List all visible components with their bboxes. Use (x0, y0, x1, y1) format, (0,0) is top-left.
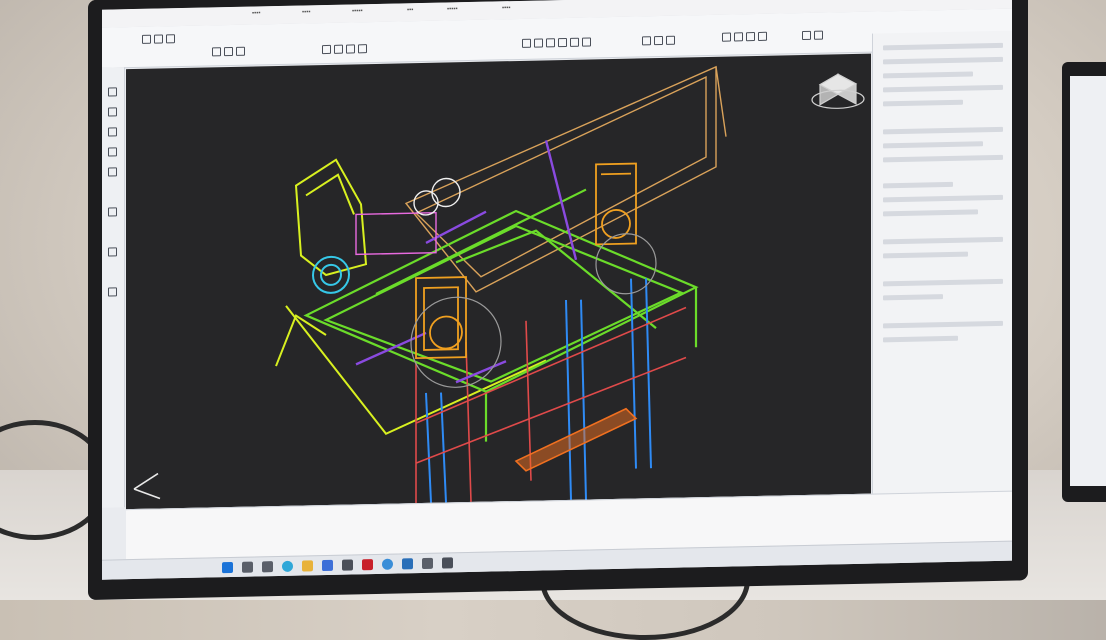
tool-icon[interactable] (814, 30, 823, 40)
property-row[interactable] (883, 209, 978, 217)
tool-icon[interactable] (758, 31, 767, 41)
tool-icon[interactable] (546, 38, 555, 48)
tool-icon[interactable] (322, 44, 331, 55)
property-row[interactable] (883, 99, 963, 107)
tool-icon[interactable] (236, 46, 245, 56)
tool-icon[interactable] (534, 38, 543, 48)
menu-item[interactable]: ▪▪▪ (407, 7, 413, 13)
secondary-monitor-screen (1070, 76, 1106, 486)
gear-wireframe (312, 255, 350, 294)
tool-icon[interactable] (358, 44, 367, 54)
tool-icon[interactable] (346, 44, 355, 54)
store-icon[interactable] (322, 559, 333, 572)
tool-icon[interactable] (108, 167, 117, 177)
app-icon[interactable] (342, 559, 353, 571)
tool-icon[interactable] (108, 207, 117, 217)
3d-viewport[interactable] (126, 53, 871, 510)
menu-item[interactable]: ▪▪▪▪ (502, 5, 511, 11)
wireframe-model (133, 65, 865, 504)
tool-icon[interactable] (108, 127, 117, 137)
guard-wireframe (275, 158, 547, 435)
tool-icon[interactable] (746, 32, 755, 42)
tool-icon[interactable] (522, 38, 531, 48)
properties-panel (872, 30, 1012, 494)
drive-detail-wireframe (355, 177, 461, 256)
search-icon[interactable] (242, 561, 253, 573)
tool-icon[interactable] (108, 287, 117, 297)
property-row[interactable] (883, 154, 1003, 163)
taskview-icon[interactable] (262, 561, 273, 573)
tool-icon[interactable] (334, 44, 343, 54)
property-row[interactable] (883, 141, 983, 149)
tool-icon[interactable] (108, 147, 117, 157)
property-row[interactable] (883, 236, 1003, 245)
left-toolbar (102, 67, 125, 508)
tool-icon[interactable] (734, 32, 743, 42)
property-row[interactable] (883, 71, 973, 79)
tool-icon[interactable] (558, 37, 567, 48)
cad-application-window: ▪▪▪▪ ▪▪▪▪ ▪▪▪▪▪ ▪▪▪ ▪▪▪▪▪ ▪▪▪▪ (102, 0, 1012, 580)
tool-icon[interactable] (108, 87, 117, 97)
support-wireframe (415, 306, 687, 504)
tool-icon[interactable] (642, 36, 651, 46)
start-icon[interactable] (222, 561, 233, 574)
tool-icon[interactable] (108, 107, 117, 117)
secondary-monitor (1062, 62, 1106, 502)
property-row[interactable] (883, 194, 1003, 203)
back-plate-wireframe (404, 65, 727, 293)
view-cube-icon (811, 73, 865, 109)
ucs-axis-icon (133, 472, 161, 500)
legs-wireframe (425, 278, 652, 503)
property-row[interactable] (883, 56, 1003, 65)
property-row[interactable] (883, 42, 1003, 51)
tool-icon[interactable] (166, 34, 175, 44)
property-row[interactable] (883, 294, 943, 301)
menu-item[interactable]: ▪▪▪▪▪ (447, 6, 458, 12)
tool-icon[interactable] (582, 37, 591, 47)
tool-icon[interactable] (224, 46, 233, 57)
tool-icon[interactable] (142, 34, 151, 44)
tool-icon[interactable] (666, 35, 675, 45)
app-icon[interactable] (382, 558, 393, 570)
tool-icon[interactable] (154, 34, 163, 44)
property-row[interactable] (883, 84, 1003, 93)
app-icon[interactable] (422, 557, 433, 570)
property-row[interactable] (883, 320, 1003, 329)
tool-icon[interactable] (212, 47, 221, 57)
main-monitor: ▪▪▪▪ ▪▪▪▪ ▪▪▪▪▪ ▪▪▪ ▪▪▪▪▪ ▪▪▪▪ (88, 0, 1028, 600)
menu-item[interactable]: ▪▪▪▪ (252, 10, 261, 16)
property-row[interactable] (883, 126, 1003, 135)
property-row[interactable] (883, 335, 958, 343)
menu-item[interactable]: ▪▪▪▪ (302, 9, 311, 15)
explorer-icon[interactable] (302, 560, 313, 572)
tool-icon[interactable] (570, 37, 579, 47)
tool-icon[interactable] (108, 247, 117, 257)
tool-icon[interactable] (802, 30, 811, 41)
property-row[interactable] (883, 251, 968, 259)
app-icon[interactable] (402, 558, 413, 570)
menu-item[interactable]: ▪▪▪▪▪ (352, 8, 363, 14)
tool-icon[interactable] (722, 32, 731, 42)
app-icon[interactable] (442, 557, 453, 569)
cad-app-icon[interactable] (362, 559, 373, 571)
edge-icon[interactable] (282, 560, 293, 572)
property-row[interactable] (883, 181, 953, 189)
tool-icon[interactable] (654, 35, 663, 46)
property-row[interactable] (883, 278, 1003, 287)
